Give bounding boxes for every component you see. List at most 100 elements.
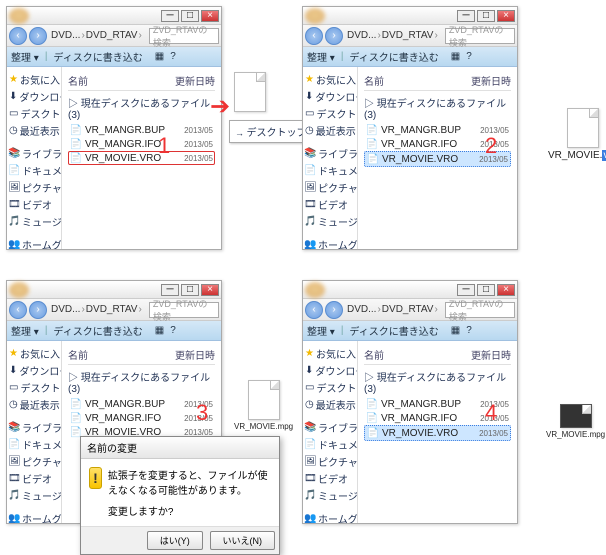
col-name[interactable]: 名前	[364, 73, 461, 88]
maximize-button[interactable]: □	[181, 10, 199, 22]
desktop-file[interactable]: VR_MOVIE.mpg	[234, 380, 293, 431]
sidebar-videos[interactable]: 🎞ビデオ	[305, 470, 355, 487]
sidebar-music[interactable]: 🎵ミュージック	[9, 487, 59, 504]
sidebar-videos[interactable]: 🎞ビデオ	[305, 196, 355, 213]
breadcrumb[interactable]: DVD...›DVD_RTAV›	[345, 30, 441, 41]
sidebar-pictures[interactable]: 🖼ピクチャ	[9, 453, 59, 470]
organize-menu[interactable]: 整理 ▾	[307, 323, 335, 338]
file-row-selected[interactable]: 📄VR_MOVIE.VRO2013/05	[364, 425, 511, 441]
section-title[interactable]: ▷ 現在ディスクにあるファイル (3)	[68, 91, 215, 123]
sidebar-music[interactable]: 🎵ミュージック	[305, 213, 355, 230]
section-title[interactable]: ▷ 現在ディスクにあるファイル (3)	[68, 365, 215, 397]
view-icon[interactable]: ▦	[451, 325, 460, 336]
sidebar-documents[interactable]: 📄ドキュメント	[9, 436, 59, 453]
close-button[interactable]: ×	[201, 10, 219, 22]
desktop-file-mpg[interactable]: VR_MOVIE.mpg	[546, 404, 605, 439]
sidebar-favorites[interactable]: ★お気に入り	[9, 345, 59, 362]
back-button[interactable]: ‹	[9, 301, 27, 319]
back-button[interactable]: ‹	[9, 27, 27, 45]
sidebar-pictures[interactable]: 🖼ピクチャ	[305, 179, 355, 196]
burn-menu[interactable]: ディスクに書き込む	[349, 49, 438, 64]
sidebar-favorites[interactable]: ★お気に入り	[9, 71, 59, 88]
maximize-button[interactable]: □	[181, 284, 199, 296]
minimize-button[interactable]: ─	[161, 10, 179, 22]
minimize-button[interactable]: ─	[457, 10, 475, 22]
forward-button[interactable]: ›	[325, 27, 343, 45]
desktop-file-renaming[interactable]: VR_MOVIE.vro	[548, 108, 606, 161]
search-input[interactable]: ZVD_RTAVの検索	[149, 302, 219, 318]
sidebar-documents[interactable]: 📄ドキュメント	[305, 162, 355, 179]
drop-target-icon[interactable]	[234, 72, 266, 114]
file-row[interactable]: 📄VR_MANGR.BUP2013/05	[68, 123, 215, 137]
col-name[interactable]: 名前	[68, 347, 165, 362]
sidebar-downloads[interactable]: ⬇ダウンロード	[9, 88, 59, 105]
view-icon[interactable]: ▦	[155, 325, 164, 336]
help-icon[interactable]: ?	[466, 51, 472, 62]
breadcrumb[interactable]: DVD...›DVD_RTAV›	[345, 304, 441, 315]
sidebar-pictures[interactable]: 🖼ピクチャ	[9, 179, 59, 196]
sidebar-libraries[interactable]: 📚ライブラリ	[305, 419, 355, 436]
col-date[interactable]: 更新日時	[165, 73, 215, 88]
forward-button[interactable]: ›	[29, 27, 47, 45]
sidebar-videos[interactable]: 🎞ビデオ	[9, 470, 59, 487]
sidebar-recent[interactable]: ◷最近表示した場所	[9, 122, 59, 139]
sidebar-documents[interactable]: 📄ドキュメント	[305, 436, 355, 453]
close-button[interactable]: ×	[497, 10, 515, 22]
burn-menu[interactable]: ディスクに書き込む	[53, 49, 142, 64]
col-name[interactable]: 名前	[68, 73, 165, 88]
sidebar-recent[interactable]: ◷最近表示した場所	[305, 396, 355, 413]
search-input[interactable]: ZVD_RTAVの検索	[445, 28, 515, 44]
section-title[interactable]: ▷ 現在ディスクにあるファイル (3)	[364, 91, 511, 123]
col-name[interactable]: 名前	[364, 347, 461, 362]
organize-menu[interactable]: 整理 ▾	[11, 49, 39, 64]
maximize-button[interactable]: □	[477, 284, 495, 296]
sidebar-libraries[interactable]: 📚ライブラリ	[9, 419, 59, 436]
sidebar-music[interactable]: 🎵ミュージック	[305, 487, 355, 504]
minimize-button[interactable]: ─	[457, 284, 475, 296]
sidebar-desktop[interactable]: ▭デスクトップ	[9, 379, 59, 396]
sidebar-pictures[interactable]: 🖼ピクチャ	[305, 453, 355, 470]
help-icon[interactable]: ?	[170, 325, 176, 336]
file-row[interactable]: 📄VR_MANGR.IFO2013/05	[68, 411, 215, 425]
sidebar-music[interactable]: 🎵ミュージック	[9, 213, 59, 230]
sidebar-homegroup[interactable]: 👥ホームグループ	[9, 510, 59, 523]
file-row[interactable]: 📄VR_MANGR.BUP2013/05	[68, 397, 215, 411]
no-button[interactable]: いいえ(N)	[210, 531, 276, 550]
burn-menu[interactable]: ディスクに書き込む	[53, 323, 142, 338]
sidebar-desktop[interactable]: ▭デスクトップ	[305, 105, 355, 122]
section-title[interactable]: ▷ 現在ディスクにあるファイル (3)	[364, 365, 511, 397]
view-icon[interactable]: ▦	[451, 51, 460, 62]
forward-button[interactable]: ›	[29, 301, 47, 319]
sidebar-videos[interactable]: 🎞ビデオ	[9, 196, 59, 213]
file-row[interactable]: 📄VR_MANGR.IFO2013/05	[68, 137, 215, 151]
back-button[interactable]: ‹	[305, 301, 323, 319]
sidebar-homegroup[interactable]: 👥ホームグループ	[305, 510, 355, 523]
breadcrumb[interactable]: DVD...›DVD_RTAV›	[49, 304, 145, 315]
forward-button[interactable]: ›	[325, 301, 343, 319]
sidebar-desktop[interactable]: ▭デスクトップ	[9, 105, 59, 122]
maximize-button[interactable]: □	[477, 10, 495, 22]
organize-menu[interactable]: 整理 ▾	[11, 323, 39, 338]
breadcrumb[interactable]: DVD...›DVD_RTAV›	[49, 30, 145, 41]
col-date[interactable]: 更新日時	[461, 73, 511, 88]
sidebar-documents[interactable]: 📄ドキュメント	[9, 162, 59, 179]
sidebar-desktop[interactable]: ▭デスクトップ	[305, 379, 355, 396]
file-row-highlighted[interactable]: 📄VR_MOVIE.VRO2013/05	[68, 151, 215, 165]
col-date[interactable]: 更新日時	[461, 347, 511, 362]
organize-menu[interactable]: 整理 ▾	[307, 49, 335, 64]
sidebar-homegroup[interactable]: 👥ホームグループ	[305, 236, 355, 249]
sidebar-favorites[interactable]: ★お気に入り	[305, 345, 355, 362]
sidebar-downloads[interactable]: ⬇ダウンロード	[305, 362, 355, 379]
help-icon[interactable]: ?	[466, 325, 472, 336]
sidebar-recent[interactable]: ◷最近表示した場所	[305, 122, 355, 139]
back-button[interactable]: ‹	[305, 27, 323, 45]
yes-button[interactable]: はい(Y)	[147, 531, 203, 550]
search-input[interactable]: ZVD_RTAVの検索	[445, 302, 515, 318]
close-button[interactable]: ×	[497, 284, 515, 296]
view-icon[interactable]: ▦	[155, 51, 164, 62]
sidebar-downloads[interactable]: ⬇ダウンロード	[9, 362, 59, 379]
help-icon[interactable]: ?	[170, 51, 176, 62]
search-input[interactable]: ZVD_RTAVの検索	[149, 28, 219, 44]
col-date[interactable]: 更新日時	[165, 347, 215, 362]
sidebar-libraries[interactable]: 📚ライブラリ	[9, 145, 59, 162]
